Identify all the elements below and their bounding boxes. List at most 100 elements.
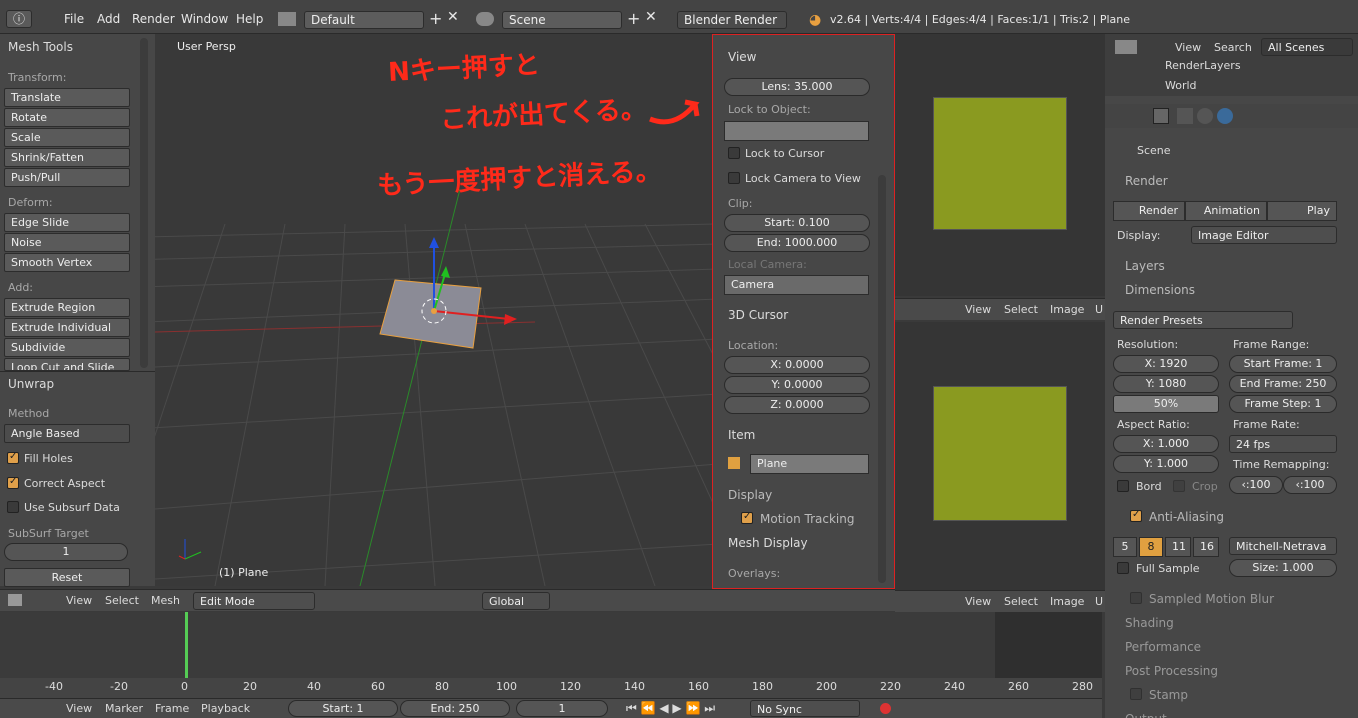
subdivide-button[interactable]: Subdivide bbox=[4, 338, 130, 357]
uv-menu-view[interactable]: View bbox=[965, 303, 991, 316]
stamp-title[interactable]: Stamp bbox=[1149, 688, 1188, 702]
vp-menu-select[interactable]: Select bbox=[105, 594, 139, 607]
scale-button[interactable]: Scale bbox=[4, 128, 130, 147]
end-frame-prop[interactable]: End Frame: 250 bbox=[1229, 375, 1337, 393]
dimensions-section-title[interactable]: Dimensions bbox=[1125, 283, 1195, 297]
cursor-z-field[interactable]: Z: 0.0000 bbox=[724, 396, 870, 414]
menu-window[interactable]: Window bbox=[181, 12, 228, 26]
menu-help[interactable]: Help bbox=[236, 12, 263, 26]
border-checkbox[interactable] bbox=[1117, 480, 1129, 492]
item-title[interactable]: Item bbox=[728, 428, 755, 442]
vp-menu-view[interactable]: View bbox=[66, 594, 92, 607]
uv2-menu-select[interactable]: Select bbox=[1004, 595, 1038, 608]
render-tab-icon[interactable] bbox=[1153, 108, 1169, 124]
motion-blur-title[interactable]: Sampled Motion Blur bbox=[1149, 592, 1274, 606]
playback-controls-icon[interactable]: ⏮ ⏪ ◀ ▶ ⏩ ⏭ bbox=[626, 701, 715, 716]
outliner[interactable]: View Search All Scenes RenderLayers Worl… bbox=[1105, 34, 1358, 96]
uv-menu-u[interactable]: U bbox=[1095, 303, 1103, 316]
world-tab-icon[interactable] bbox=[1217, 108, 1233, 124]
aa-8-button[interactable]: 8 bbox=[1139, 537, 1163, 557]
uv-editor-bottom[interactable] bbox=[895, 322, 1105, 590]
tool-scrollbar[interactable] bbox=[140, 38, 148, 368]
frame-step-prop[interactable]: Frame Step: 1 bbox=[1229, 395, 1337, 413]
full-sample-checkbox[interactable] bbox=[1117, 562, 1129, 574]
noise-button[interactable]: Noise bbox=[4, 233, 130, 252]
vp-menu-mesh[interactable]: Mesh bbox=[151, 594, 180, 607]
fill-holes-checkbox[interactable] bbox=[7, 451, 19, 464]
add-layout-icon[interactable]: + bbox=[429, 9, 442, 28]
uv2-menu-view[interactable]: View bbox=[965, 595, 991, 608]
uv-editor-top[interactable] bbox=[895, 34, 1105, 296]
scene-field[interactable]: Scene bbox=[502, 11, 622, 29]
smooth-vertex-button[interactable]: Smooth Vertex bbox=[4, 253, 130, 272]
outliner-type-icon[interactable] bbox=[1115, 40, 1137, 54]
correct-aspect-checkbox[interactable] bbox=[7, 476, 19, 489]
view-panel-title[interactable]: View bbox=[728, 50, 756, 64]
current-frame-field[interactable]: 1 bbox=[516, 700, 608, 717]
extrude-individual-button[interactable]: Extrude Individual bbox=[4, 318, 130, 337]
local-camera-field[interactable]: Camera bbox=[724, 275, 869, 295]
use-subsurf-checkbox[interactable] bbox=[7, 501, 19, 513]
3d-viewport[interactable]: User Persp (1) Plane Nキー押すと これが出てくる。 もう一… bbox=[155, 34, 718, 586]
stamp-checkbox[interactable] bbox=[1130, 688, 1142, 700]
clip-end-field[interactable]: End: 1000.000 bbox=[724, 234, 870, 252]
mode-select[interactable]: Edit Mode bbox=[193, 592, 315, 610]
item-name-field[interactable]: Plane bbox=[750, 454, 869, 474]
aa-16-button[interactable]: 16 bbox=[1193, 537, 1219, 557]
aspect-y-field[interactable]: Y: 1.000 bbox=[1113, 455, 1219, 473]
lens-field[interactable]: Lens: 35.000 bbox=[724, 78, 870, 96]
menu-add[interactable]: Add bbox=[97, 12, 120, 26]
lock-object-field[interactable] bbox=[724, 121, 869, 141]
subsurf-field[interactable]: 1 bbox=[4, 543, 128, 561]
loop-cut-button[interactable]: Loop Cut and Slide bbox=[4, 358, 130, 371]
remap-new-field[interactable]: ‹:100 bbox=[1283, 476, 1337, 494]
remap-old-field[interactable]: ‹:100 bbox=[1229, 476, 1283, 494]
info-editor-icon[interactable]: ⓘ bbox=[6, 10, 32, 28]
aspect-x-field[interactable]: X: 1.000 bbox=[1113, 435, 1219, 453]
tl-menu-marker[interactable]: Marker bbox=[105, 702, 143, 715]
orientation-select[interactable]: Global bbox=[482, 592, 550, 610]
performance-title[interactable]: Performance bbox=[1125, 640, 1201, 654]
display-select[interactable]: Image Editor bbox=[1191, 226, 1337, 244]
npanel-scrollbar[interactable] bbox=[878, 175, 886, 583]
aa-11-button[interactable]: 11 bbox=[1165, 537, 1191, 557]
motion-tracking-checkbox[interactable] bbox=[741, 511, 753, 524]
push-pull-button[interactable]: Push/Pull bbox=[4, 168, 130, 187]
motion-tracking-title[interactable]: Motion Tracking bbox=[760, 512, 854, 526]
uv-menu-select[interactable]: Select bbox=[1004, 303, 1038, 316]
end-frame-field[interactable]: End: 250 bbox=[400, 700, 510, 717]
tl-menu-frame[interactable]: Frame bbox=[155, 702, 189, 715]
layout-field[interactable]: Default bbox=[304, 11, 424, 29]
scene-tab-icon[interactable] bbox=[1197, 108, 1213, 124]
res-percent-slider[interactable]: 50% bbox=[1113, 395, 1219, 413]
uv2-menu-u[interactable]: U bbox=[1095, 595, 1103, 608]
render-button[interactable]: Render bbox=[1113, 201, 1185, 221]
aa-5-button[interactable]: 5 bbox=[1113, 537, 1137, 557]
editor-type-icon[interactable] bbox=[8, 594, 22, 606]
close-scene-icon[interactable]: ✕ bbox=[645, 9, 657, 25]
aa-size-field[interactable]: Size: 1.000 bbox=[1229, 559, 1337, 577]
aa-filter-select[interactable]: Mitchell-Netrava bbox=[1229, 537, 1337, 555]
menu-file[interactable]: File bbox=[64, 12, 84, 26]
output-title[interactable]: Output bbox=[1125, 712, 1167, 718]
fps-select[interactable]: 24 fps bbox=[1229, 435, 1337, 453]
tl-menu-playback[interactable]: Playback bbox=[201, 702, 250, 715]
layers-tab-icon[interactable] bbox=[1177, 108, 1193, 124]
anti-aliasing-checkbox[interactable] bbox=[1130, 509, 1142, 522]
edge-slide-button[interactable]: Edge Slide bbox=[4, 213, 130, 232]
layout-icon[interactable] bbox=[278, 12, 296, 26]
current-frame-marker[interactable] bbox=[185, 612, 188, 678]
res-x-field[interactable]: X: 1920 bbox=[1113, 355, 1219, 373]
clip-start-field[interactable]: Start: 0.100 bbox=[724, 214, 870, 232]
uv2-menu-image[interactable]: Image bbox=[1050, 595, 1084, 608]
cursor-x-field[interactable]: X: 0.0000 bbox=[724, 356, 870, 374]
sync-select[interactable]: No Sync bbox=[750, 700, 860, 717]
menu-render[interactable]: Render bbox=[132, 12, 175, 26]
render-engine-select[interactable]: Blender Render bbox=[677, 11, 787, 29]
outliner-scenes-select[interactable]: All Scenes bbox=[1261, 38, 1353, 56]
outliner-renderlayers[interactable]: RenderLayers bbox=[1165, 59, 1241, 72]
start-frame-prop[interactable]: Start Frame: 1 bbox=[1229, 355, 1337, 373]
outliner-world[interactable]: World bbox=[1165, 79, 1197, 92]
scene-icon[interactable] bbox=[476, 12, 494, 26]
method-select[interactable]: Angle Based bbox=[4, 424, 130, 443]
